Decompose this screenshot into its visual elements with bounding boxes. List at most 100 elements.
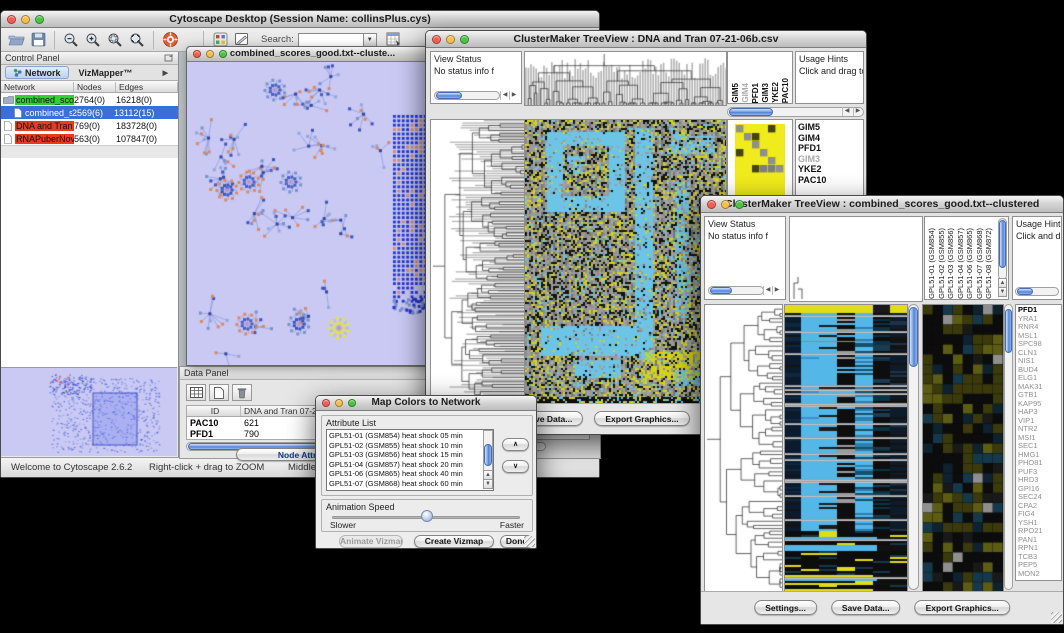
gene-label[interactable]: GIM5 bbox=[796, 122, 863, 133]
network-canvas[interactable] bbox=[187, 62, 438, 365]
minimize-button[interactable] bbox=[206, 50, 214, 58]
create-vizmap-button[interactable]: Create Vizmap bbox=[414, 535, 494, 548]
birds-eye-view[interactable] bbox=[1, 367, 177, 456]
network-window-titlebar[interactable]: combined_scores_good.txt--cluste... bbox=[187, 47, 438, 62]
labels-vscrollbar[interactable] bbox=[998, 218, 1007, 280]
zoom-button[interactable] bbox=[735, 200, 744, 209]
column-label[interactable]: GPL51-02 (GSM855) bbox=[937, 228, 947, 299]
gene-label[interactable]: YKE2 bbox=[796, 164, 863, 175]
scroll-down-button[interactable] bbox=[998, 287, 1007, 297]
gene-label[interactable]: PFD1 bbox=[796, 143, 863, 154]
scroll-right-button[interactable] bbox=[509, 91, 518, 100]
close-button[interactable] bbox=[432, 35, 441, 44]
minimize-button[interactable] bbox=[446, 35, 455, 44]
scroll-right-button[interactable] bbox=[772, 286, 781, 295]
gene-label[interactable]: GIM4 bbox=[796, 133, 863, 144]
column-label[interactable]: GPL51-03 (GSM856) bbox=[946, 228, 956, 299]
scrollbar-thumb[interactable] bbox=[484, 444, 492, 466]
zoom-heatmap-canvas[interactable] bbox=[922, 304, 1004, 592]
speed-slider-thumb[interactable] bbox=[421, 510, 433, 522]
scrollbar-thumb[interactable] bbox=[909, 307, 918, 367]
row-dendrogram[interactable] bbox=[430, 119, 525, 404]
search-input[interactable] bbox=[298, 33, 364, 47]
zoom-button[interactable] bbox=[460, 35, 469, 44]
open-file-button[interactable] bbox=[5, 30, 27, 50]
heatmap-vscrollbar[interactable] bbox=[908, 304, 919, 590]
move-up-button[interactable]: ∧ bbox=[502, 438, 529, 451]
scroll-left-button[interactable] bbox=[842, 107, 851, 116]
close-button[interactable] bbox=[322, 399, 330, 407]
treeview-dna-titlebar[interactable]: ClusterMaker TreeView : DNA and Tran 07-… bbox=[426, 31, 866, 48]
treeview-action-button[interactable]: Settings... bbox=[754, 600, 817, 615]
tab-overflow-button[interactable] bbox=[155, 66, 176, 79]
zoom-in-button[interactable] bbox=[82, 30, 104, 50]
scrollbar-thumb[interactable] bbox=[999, 220, 1006, 268]
network-list-row[interactable]: RNAPuberNov2+563(0)107847(0) bbox=[1, 132, 178, 145]
scrollbar-thumb[interactable] bbox=[436, 92, 462, 99]
scroll-right-button[interactable] bbox=[853, 107, 862, 116]
attribute-vscrollbar[interactable] bbox=[483, 430, 493, 472]
gene-label[interactable]: GIM3 bbox=[796, 154, 863, 165]
delete-attribute-trash-icon[interactable] bbox=[232, 384, 252, 401]
row-dendrogram[interactable] bbox=[704, 304, 783, 592]
zoom-out-button[interactable] bbox=[60, 30, 82, 50]
column-dendrogram[interactable] bbox=[789, 216, 923, 302]
column-label[interactable]: GIM5 bbox=[731, 83, 741, 103]
minimize-button[interactable] bbox=[721, 200, 730, 209]
gene-label[interactable]: PAC10 bbox=[796, 175, 863, 186]
resize-grip[interactable] bbox=[1051, 612, 1062, 623]
attribute-item[interactable]: GPL51-07 (GSM868) heat shock 60 min bbox=[327, 479, 482, 489]
zoom-vscrollbar[interactable] bbox=[1004, 304, 1013, 590]
column-label[interactable]: PAC10 bbox=[781, 78, 791, 103]
view-status-hscrollbar[interactable] bbox=[708, 286, 764, 295]
treeview-action-button[interactable]: Export Graphics... bbox=[915, 600, 1010, 615]
column-label[interactable]: GIM3 bbox=[761, 83, 771, 103]
scrollbar-thumb[interactable] bbox=[710, 287, 732, 294]
tab-network[interactable]: Network bbox=[5, 66, 69, 79]
column-label[interactable]: GPL51-07 (GSM868) bbox=[975, 228, 985, 299]
column-label[interactable]: GPL51-08 (GSM872) bbox=[984, 228, 994, 299]
heatmap-canvas[interactable] bbox=[524, 119, 727, 404]
attribute-listbox[interactable]: GPL51-01 (GSM854) heat shock 05 min GPL51… bbox=[326, 429, 494, 491]
scrollbar-thumb[interactable] bbox=[729, 108, 773, 116]
attribute-item[interactable]: GPL51-04 (GSM857) heat shock 20 min bbox=[327, 460, 482, 470]
minimize-button[interactable] bbox=[335, 399, 343, 407]
move-down-button[interactable]: ∨ bbox=[502, 460, 529, 473]
zoom-button[interactable] bbox=[348, 399, 356, 407]
help-lifesaver-icon[interactable] bbox=[159, 30, 181, 50]
select-attributes-icon[interactable] bbox=[186, 384, 206, 401]
minimize-button[interactable] bbox=[21, 15, 30, 24]
scroll-left-button[interactable] bbox=[763, 286, 772, 295]
close-button[interactable] bbox=[7, 15, 16, 24]
resize-grip[interactable] bbox=[524, 536, 535, 547]
column-dendrogram[interactable] bbox=[524, 51, 727, 106]
search-dropdown-button[interactable]: ▼ bbox=[364, 33, 377, 47]
main-titlebar[interactable]: Cytoscape Desktop (Session Name: collins… bbox=[1, 11, 599, 28]
column-label[interactable]: GPL51-01 (GSM854) bbox=[927, 228, 937, 299]
usage-hints-hscrollbar[interactable] bbox=[1015, 287, 1059, 296]
animate-vizmap-button[interactable]: Animate Vizmap bbox=[339, 535, 403, 548]
map-dialog-titlebar[interactable]: Map Colors to Network bbox=[316, 396, 536, 411]
close-button[interactable] bbox=[193, 50, 201, 58]
attribute-item[interactable]: GPL51-03 (GSM856) heat shock 15 min bbox=[327, 450, 482, 460]
zoom-selected-button[interactable] bbox=[104, 30, 126, 50]
view-status-hscrollbar[interactable] bbox=[434, 91, 500, 100]
attribute-item[interactable]: GPL51-01 (GSM854) heat shock 05 min bbox=[327, 431, 482, 441]
scroll-left-button[interactable] bbox=[500, 91, 509, 100]
network-table-header[interactable]: Network Nodes Edges bbox=[1, 81, 178, 93]
attribute-item[interactable]: GPL51-06 (GSM865) heat shock 40 min bbox=[327, 469, 482, 479]
gene-label[interactable]: MON2 bbox=[1016, 570, 1061, 579]
scroll-down-button[interactable] bbox=[483, 479, 493, 489]
save-button[interactable] bbox=[27, 30, 49, 50]
close-button[interactable] bbox=[707, 200, 716, 209]
network-list-row[interactable]: combined_sco2569(6)13112(15) bbox=[1, 106, 178, 119]
treeview-action-button[interactable]: Save Data... bbox=[831, 600, 901, 615]
zoom-button[interactable] bbox=[219, 50, 227, 58]
scrollbar-thumb[interactable] bbox=[1017, 288, 1033, 295]
column-label[interactable]: GPL51-06 (GSM865) bbox=[965, 228, 975, 299]
zoom-fit-button[interactable] bbox=[126, 30, 148, 50]
network-list-row[interactable]: combined_scores2764(0)16218(0) bbox=[1, 93, 178, 106]
new-attribute-icon[interactable] bbox=[209, 384, 229, 401]
column-label[interactable]: GIM4 bbox=[741, 83, 751, 103]
float-panel-icon[interactable] bbox=[164, 49, 174, 67]
